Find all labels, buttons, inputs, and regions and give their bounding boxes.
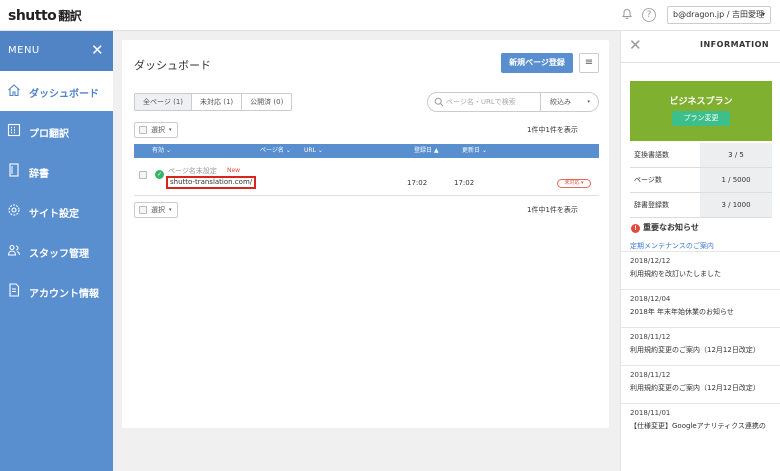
table-row[interactable]: ✓ ページ名未設定 New shutto-translation.com/ 17…: [134, 159, 599, 196]
column-page-name[interactable]: ページ名 ⌄: [260, 144, 291, 158]
news-item[interactable]: 2018/12/04 2018年 年末年始休業のお知らせ: [621, 289, 780, 327]
sidebar-item-label: プロ翻訳: [29, 129, 69, 140]
page-name[interactable]: ページ名未設定: [168, 166, 217, 176]
check-circle-icon: ✓: [155, 170, 164, 179]
bulk-select-dropdown-top[interactable]: 選択 ▾: [134, 122, 178, 138]
sidebar-item-account[interactable]: アカウント情報: [0, 271, 113, 311]
book-icon: [7, 163, 21, 179]
alert-icon: !: [631, 224, 640, 233]
tab-unhandled[interactable]: 未対応 (1): [192, 93, 243, 111]
bulk-select-dropdown-bottom[interactable]: 選択 ▾: [134, 202, 178, 218]
select-all-checkbox[interactable]: [139, 126, 147, 134]
page-filter-tabs: 全ページ (1) 未対応 (1) 公開済 (0): [134, 93, 293, 111]
news-item[interactable]: 2018/11/12 利用規約変更のご案内（12月12日改定）: [621, 327, 780, 365]
sidebar-item-dictionary[interactable]: 辞書: [0, 151, 113, 191]
updated-time: 17:02: [454, 179, 475, 187]
hamburger-menu-icon[interactable]: ≡: [579, 53, 599, 73]
news-item[interactable]: 2018/12/12 利用規約を改訂いたしました: [621, 251, 780, 289]
gear-icon: [7, 203, 21, 219]
plan-name: ビジネスプラン: [669, 97, 733, 107]
dashboard-panel: ダッシュボード 新規ページ登録 ≡ 全ページ (1) 未対応 (1) 公開済 (…: [122, 40, 609, 428]
new-badge: New: [227, 167, 241, 174]
select-all-checkbox[interactable]: [139, 206, 147, 214]
result-count: 1件中1件を表示: [527, 126, 578, 134]
status-badge[interactable]: 未対応 ▾: [557, 179, 591, 188]
sidebar-item-label: アカウント情報: [29, 289, 99, 300]
sidebar-item-label: 辞書: [29, 169, 49, 180]
filter-dropdown[interactable]: 絞込み ▾: [541, 92, 599, 112]
stat-row: ページ数 1 / 5000: [630, 168, 772, 193]
sidebar-header: MENU ✕: [0, 31, 113, 71]
stat-row: 辞書登録数 3 / 1000: [630, 193, 772, 218]
page-title: ダッシュボード: [134, 59, 211, 72]
tab-all-pages[interactable]: 全ページ (1): [134, 93, 193, 111]
sidebar: MENU ✕ ダッシュボード プロ翻訳 辞書 サイト設定 スタッフ管理 アカウン…: [0, 31, 113, 471]
divider: [621, 62, 780, 63]
usage-stats: 変換書語数 3 / 5 ページ数 1 / 5000 辞書登録数 3 / 1000: [630, 143, 772, 218]
notice-heading: ! 重要なお知らせ: [631, 222, 699, 233]
column-valid[interactable]: 有効 ⌄: [152, 144, 171, 158]
column-updated[interactable]: 更新日 ⌄: [462, 144, 487, 158]
notice-link[interactable]: 定期メンテナンスのご案内: [630, 241, 714, 251]
close-icon[interactable]: ✕: [629, 36, 642, 54]
top-bar: shutto 翻訳 ? b@dragon.jp / 吉田愛理 ▾: [0, 0, 780, 31]
home-icon: [7, 83, 21, 99]
search-placeholder: ページ名・URLで検索: [446, 98, 516, 106]
news-item[interactable]: 2018/11/12 利用規約変更のご案内（12月12日改定）: [621, 365, 780, 403]
users-icon: [7, 243, 21, 259]
grid-icon: [7, 123, 21, 139]
table-header: 有効 ⌄ ページ名 ⌄ URL ⌄ 登録日 ▲ 更新日 ⌄: [134, 144, 599, 158]
information-panel: ✕ INFORMATION ビジネスプラン プラン変更 変換書語数 3 / 5 ペ…: [620, 31, 780, 471]
sidebar-item-label: スタッフ管理: [29, 249, 89, 260]
result-count: 1件中1件を表示: [527, 206, 578, 214]
plan-box: ビジネスプラン プラン変更: [630, 81, 772, 141]
bell-icon[interactable]: [620, 8, 634, 22]
sidebar-item-label: ダッシュボード: [29, 89, 99, 100]
chevron-down-icon: ▾: [587, 99, 590, 105]
column-registered[interactable]: 登録日 ▲: [414, 144, 439, 158]
close-icon[interactable]: ✕: [91, 41, 104, 59]
row-checkbox[interactable]: [139, 171, 147, 179]
search-input[interactable]: ページ名・URLで検索: [427, 92, 541, 112]
menu-label: MENU: [8, 45, 40, 56]
stat-row: 変換書語数 3 / 5: [630, 143, 772, 168]
page-url[interactable]: shutto-translation.com/: [166, 176, 257, 189]
document-icon: [7, 283, 21, 299]
sidebar-item-dashboard[interactable]: ダッシュボード: [0, 71, 113, 111]
user-menu-dropdown[interactable]: b@dragon.jp / 吉田愛理 ▾: [667, 6, 771, 24]
chevron-down-icon: ▾: [169, 127, 172, 133]
search-icon: [434, 93, 444, 114]
change-plan-button[interactable]: プラン変更: [672, 111, 730, 126]
sidebar-item-site-settings[interactable]: サイト設定: [0, 191, 113, 231]
registered-time: 17:02: [407, 179, 428, 187]
chevron-down-icon: ▾: [169, 207, 172, 213]
news-item[interactable]: 2018/11/01 【仕様変更】Googleアナリティクス連携の: [621, 403, 780, 441]
sidebar-item-pro-translation[interactable]: プロ翻訳: [0, 111, 113, 151]
tab-published[interactable]: 公開済 (0): [242, 93, 293, 111]
app-logo[interactable]: shutto 翻訳: [8, 7, 82, 24]
chevron-down-icon: ▾: [761, 11, 765, 18]
help-icon[interactable]: ?: [642, 8, 656, 22]
column-url[interactable]: URL ⌄: [304, 144, 323, 158]
sidebar-item-label: サイト設定: [29, 209, 79, 220]
sidebar-item-staff[interactable]: スタッフ管理: [0, 231, 113, 271]
new-page-button[interactable]: 新規ページ登録: [501, 53, 573, 73]
information-title: INFORMATION: [700, 40, 770, 49]
